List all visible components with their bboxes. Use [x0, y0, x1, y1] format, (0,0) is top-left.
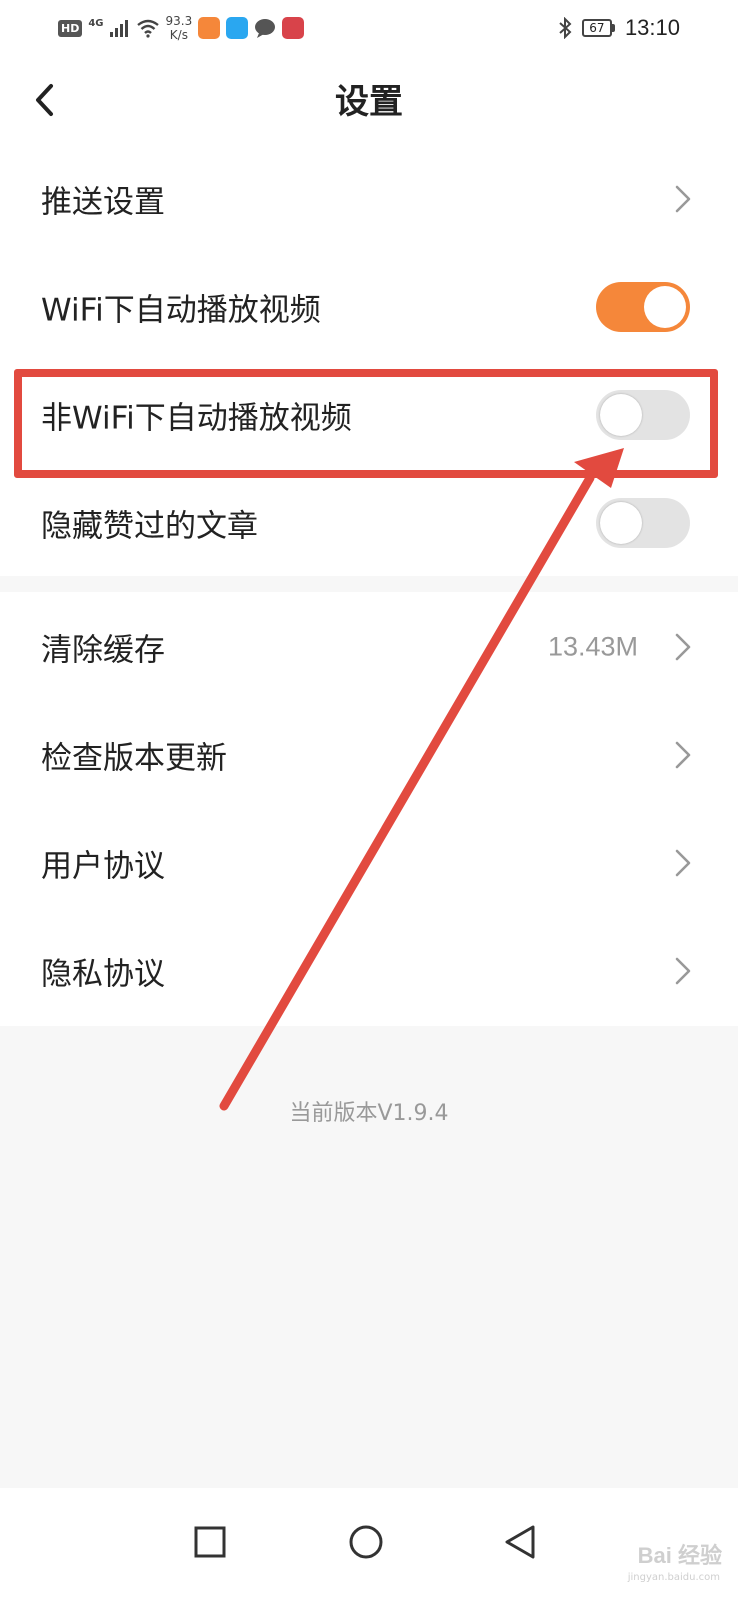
- triangle-back-icon: [505, 1525, 535, 1559]
- settings-group-playback: 推送设置 WiFi下自动播放视频 非WiFi下自动播放视频 隐藏赞过的文章: [0, 144, 738, 576]
- row-label: 隐藏赞过的文章: [41, 508, 258, 545]
- app-header: 设置: [0, 56, 738, 144]
- row-label: 隐私协议: [41, 956, 165, 993]
- battery-icon: 67: [581, 19, 615, 37]
- battery-level: 67: [581, 19, 612, 37]
- battery-tip: [611, 24, 615, 32]
- row-label: 用户协议: [41, 848, 165, 885]
- row-label: 非WiFi下自动播放视频: [41, 400, 352, 437]
- settings-row-non-wifi-autoplay: 非WiFi下自动播放视频: [0, 360, 738, 470]
- network-speed: 93.3 K/s: [166, 14, 193, 42]
- status-right: 67 13:10: [558, 12, 680, 44]
- chevron-right-icon: [675, 633, 691, 661]
- circle-icon: [349, 1525, 383, 1559]
- notification-video-app-icon: [198, 17, 221, 39]
- settings-row-push[interactable]: 推送设置: [0, 144, 738, 254]
- bluetooth-icon: [559, 17, 572, 39]
- status-bar: HD 4G 93.3 K/s 67 13:10: [0, 0, 738, 56]
- speed-value: 93.3: [165, 14, 193, 28]
- page-title: 设置: [335, 82, 403, 122]
- back-nav-button[interactable]: [488, 1510, 552, 1574]
- notification-bulb-app-icon: [226, 17, 249, 39]
- toggle-knob: [644, 286, 686, 328]
- settings-row-hide-liked: 隐藏赞过的文章: [0, 468, 738, 578]
- chevron-right-icon: [675, 741, 691, 769]
- watermark-sub: jingyan.baidu.com: [627, 1572, 720, 1583]
- watermark: Bai 经验: [637, 1543, 722, 1568]
- non-wifi-autoplay-toggle[interactable]: [596, 390, 690, 440]
- toggle-knob: [600, 394, 642, 436]
- clock: 13:10: [624, 15, 680, 40]
- chevron-right-icon: [675, 957, 691, 985]
- row-label: WiFi下自动播放视频: [41, 292, 321, 329]
- wifi-autoplay-toggle[interactable]: [596, 282, 690, 332]
- version-text: 当前版本V1.9.4: [289, 1101, 449, 1126]
- settings-row-check-update[interactable]: 检查版本更新: [0, 700, 738, 810]
- chevron-right-icon: [675, 849, 691, 877]
- row-label: 推送设置: [41, 184, 165, 221]
- hide-liked-toggle[interactable]: [596, 498, 690, 548]
- signal-icon: [109, 20, 128, 37]
- notification-message-icon: [255, 19, 276, 38]
- notification-book-app-icon: [282, 17, 305, 39]
- settings-row-clear-cache[interactable]: 清除缓存 13.43M: [0, 592, 738, 702]
- row-label: 清除缓存: [41, 632, 165, 669]
- recents-button[interactable]: [178, 1510, 242, 1574]
- settings-row-privacy-policy[interactable]: 隐私协议: [0, 916, 738, 1026]
- settings-row-wifi-autoplay: WiFi下自动播放视频: [0, 252, 738, 362]
- status-left: HD 4G 93.3 K/s: [58, 10, 305, 46]
- row-label: 检查版本更新: [41, 740, 227, 777]
- network-type: 4G: [88, 17, 104, 29]
- toggle-knob: [600, 502, 642, 544]
- speed-unit: K/s: [169, 28, 188, 42]
- settings-row-user-agreement[interactable]: 用户协议: [0, 808, 738, 918]
- settings-group-general: 清除缓存 13.43M 检查版本更新 用户协议 隐私协议: [0, 592, 738, 1026]
- system-nav-bar: Bai 经验 jingyan.baidu.com: [0, 1488, 738, 1600]
- home-button[interactable]: [334, 1510, 398, 1574]
- square-icon: [194, 1526, 226, 1558]
- wifi-icon: [136, 19, 159, 38]
- cache-size: 13.43M: [547, 631, 638, 662]
- chevron-right-icon: [675, 185, 691, 213]
- hd-badge: HD: [58, 19, 83, 37]
